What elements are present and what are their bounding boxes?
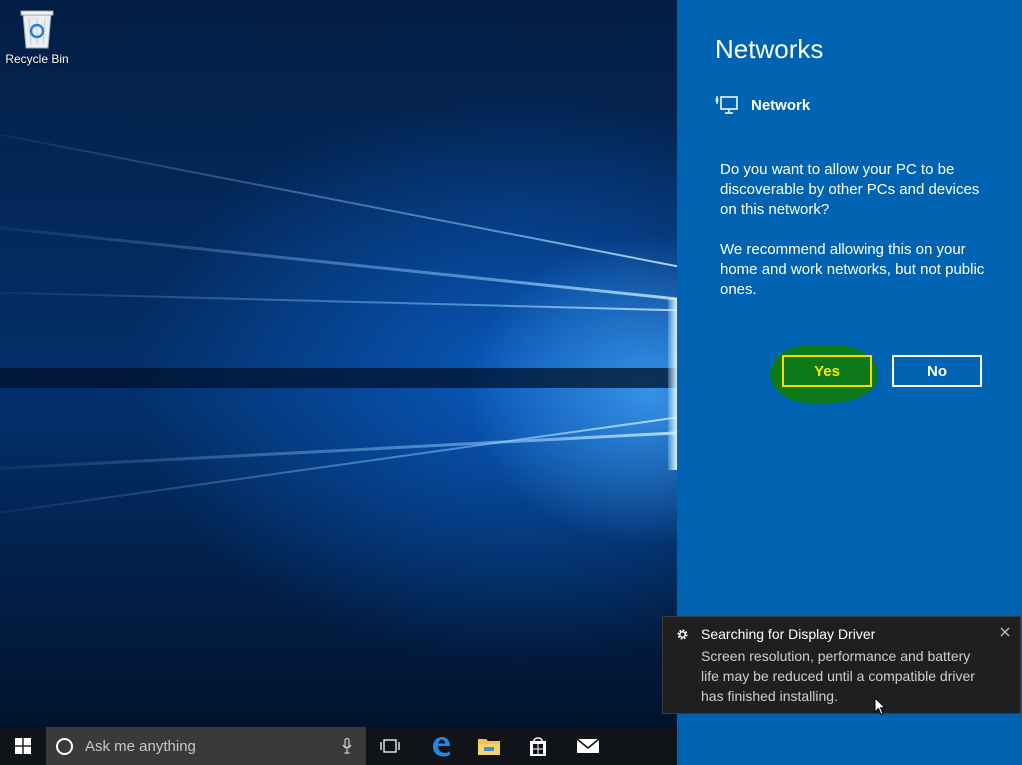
file-explorer-icon <box>478 739 500 755</box>
toast-body: Screen resolution, performance and batte… <box>701 648 975 704</box>
wallpaper-light-beam <box>0 428 677 473</box>
wallpaper-window-glow <box>668 298 677 470</box>
desktop-wallpaper <box>0 0 677 727</box>
edge-icon <box>433 737 450 757</box>
no-button[interactable]: No <box>892 355 982 387</box>
discoverable-recommendation: We recommend allowing this on your home … <box>720 241 985 298</box>
wallpaper-light-beam <box>0 408 677 522</box>
edge-button[interactable] <box>417 727 465 765</box>
flyout-bottom-strip <box>677 727 1022 765</box>
wallpaper-light-beam <box>0 290 677 313</box>
start-button[interactable] <box>0 727 46 765</box>
task-view-icon <box>380 739 400 753</box>
wallpaper-light-beam <box>0 122 677 277</box>
mouse-cursor-icon <box>874 697 886 716</box>
recycle-bin-icon <box>20 10 54 49</box>
recycle-bin-label: Recycle Bin <box>5 52 69 66</box>
windows-logo-icon <box>15 738 31 754</box>
mail-icon <box>576 738 600 753</box>
mail-button[interactable] <box>564 727 612 765</box>
driver-toast-notification[interactable]: Searching for Display Driver Screen reso… <box>662 616 1021 714</box>
cortana-search-box[interactable] <box>46 727 366 765</box>
search-input[interactable] <box>83 736 327 756</box>
file-explorer-button[interactable] <box>465 727 513 765</box>
gear-icon <box>677 629 688 640</box>
wallpaper-shadow-band <box>0 368 677 388</box>
flyout-title: Networks <box>715 34 824 64</box>
wired-network-icon <box>715 96 738 114</box>
store-button[interactable] <box>514 727 562 765</box>
recycle-bin-shortcut[interactable]: Recycle Bin <box>4 6 70 66</box>
discoverable-question: Do you want to allow your PC to be disco… <box>720 161 980 218</box>
microphone-icon[interactable] <box>342 738 352 754</box>
close-icon[interactable] <box>998 625 1012 639</box>
store-icon <box>530 737 546 756</box>
cortana-icon <box>56 737 73 755</box>
toast-title: Searching for Display Driver <box>701 626 876 642</box>
yes-button[interactable]: Yes <box>782 355 872 387</box>
network-name: Network <box>751 96 811 114</box>
task-view-button[interactable] <box>366 727 414 765</box>
network-entry[interactable]: Network <box>715 92 810 118</box>
